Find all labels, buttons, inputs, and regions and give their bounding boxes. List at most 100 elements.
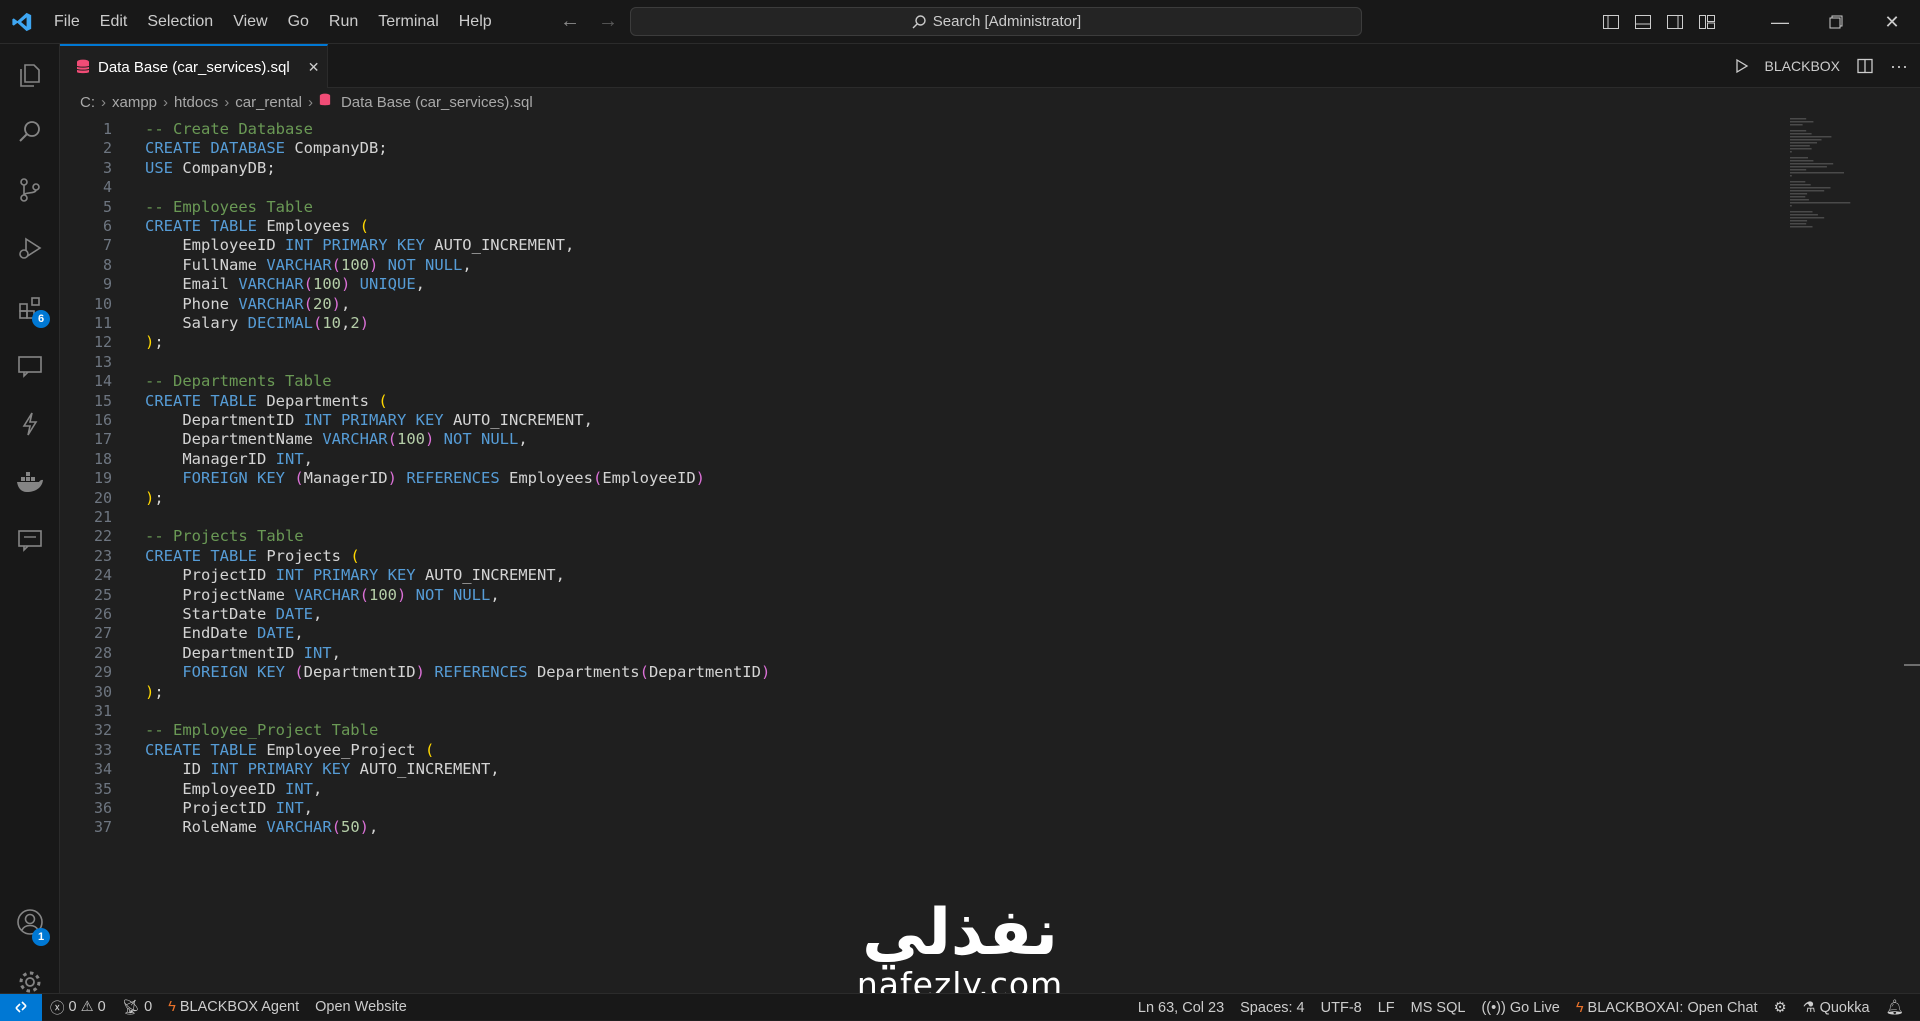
code-text: DepartmentID INT,	[145, 644, 341, 662]
menu-item-selection[interactable]: Selection	[137, 13, 223, 31]
code-token: )	[387, 469, 397, 488]
customize-layout-icon[interactable]	[1698, 13, 1716, 31]
line-number: 37	[93, 818, 112, 837]
menu-item-terminal[interactable]: Terminal	[368, 13, 448, 31]
encoding[interactable]: UTF-8	[1313, 1000, 1370, 1016]
line-number: 23	[93, 546, 112, 565]
line-number: 34	[93, 760, 112, 779]
go-live-item[interactable]: ((•)) Go Live	[1473, 1000, 1567, 1016]
indentation[interactable]: Spaces: 4	[1232, 1000, 1313, 1016]
code-token: AUTO_INCREMENT,	[424, 566, 565, 585]
line-number: 18	[93, 449, 112, 468]
code-token: (	[331, 255, 341, 274]
extensions-icon[interactable]: 6	[0, 284, 60, 332]
cursor-position[interactable]: Ln 63, Col 23	[1130, 1000, 1232, 1016]
docker-icon[interactable]	[0, 458, 60, 506]
problems-indicator[interactable]: ⓧ 0 ⚠ 0	[42, 997, 114, 1018]
forward-arrow-icon[interactable]: →	[598, 10, 618, 33]
code-token: AUTO_INCREMENT,	[359, 760, 500, 779]
menu-bar: File Edit Selection View Go Run Terminal Help	[44, 13, 502, 31]
accounts-icon[interactable]: 1	[0, 898, 60, 946]
lightning-icon[interactable]	[0, 400, 60, 448]
code-text: CREATE TABLE Employees (	[145, 217, 369, 235]
remote-indicator[interactable]	[0, 993, 42, 1021]
blackbox-chat-item[interactable]: ϟ BLACKBOXAI: Open Chat	[1568, 1000, 1766, 1016]
code-line[interactable]: 37 RoleName VARCHAR(50),	[60, 815, 378, 839]
code-token: INT PRIMARY KEY	[275, 566, 425, 585]
code-token: ,	[341, 294, 351, 313]
close-window-button[interactable]: ✕	[1864, 0, 1920, 44]
code-text: USE CompanyDB;	[145, 159, 276, 177]
back-arrow-icon[interactable]: ←	[560, 10, 580, 33]
line-number: 8	[102, 255, 112, 274]
code-token: ProjectID	[145, 566, 276, 585]
breadcrumb-item[interactable]: htdocs	[174, 94, 218, 111]
minimap[interactable]	[1788, 116, 1908, 316]
accounts-badge: 1	[32, 928, 50, 946]
explorer-icon[interactable]	[0, 50, 60, 98]
error-icon: ⓧ	[50, 1000, 65, 1017]
menu-item-run[interactable]: Run	[319, 13, 368, 31]
search-view-icon[interactable]	[0, 108, 60, 156]
run-debug-icon[interactable]	[0, 224, 60, 272]
code-token: ,	[341, 314, 351, 332]
quokka-item[interactable]: ⚗ Quokka	[1795, 1000, 1878, 1016]
code-token: 10	[322, 314, 341, 332]
end-of-line[interactable]: LF	[1370, 1000, 1403, 1016]
chat-icon[interactable]	[0, 516, 60, 564]
notifications-bell-icon[interactable]: 🔔︎	[1878, 999, 1912, 1016]
remote-explorer-icon[interactable]	[0, 342, 60, 390]
code-text: DepartmentID INT PRIMARY KEY AUTO_INCREM…	[145, 411, 593, 429]
code-token: NOT NULL	[406, 585, 491, 604]
menu-item-view[interactable]: View	[223, 13, 277, 31]
breadcrumb-item[interactable]: Data Base (car_services).sql	[341, 94, 533, 111]
code-token: Departments	[536, 663, 640, 682]
code-token: (	[387, 430, 397, 449]
language-mode[interactable]: MS SQL	[1403, 1000, 1474, 1016]
close-tab-icon[interactable]: ✕	[308, 59, 320, 76]
breadcrumb-item[interactable]: car_rental	[235, 94, 302, 111]
toggle-secondary-sidebar-icon[interactable]	[1666, 13, 1684, 31]
copilot-icon[interactable]: ⚙	[1766, 1000, 1795, 1016]
tab-data-base-sql[interactable]: Data Base (car_services).sql ✕	[60, 44, 328, 88]
vscode-logo-icon	[0, 0, 44, 44]
code-token: CREATE DATABASE	[145, 139, 295, 158]
code-editor[interactable]: 1 -- Create Database 2 CREATE DATABASE Comp…	[60, 116, 1920, 993]
open-website-item[interactable]: Open Website	[307, 999, 415, 1015]
menu-item-file[interactable]: File	[44, 13, 90, 31]
code-token: ,	[415, 275, 426, 294]
code-token: INT	[284, 779, 313, 798]
menu-item-go[interactable]: Go	[278, 13, 319, 31]
toggle-panel-icon[interactable]	[1634, 13, 1652, 31]
toggle-primary-sidebar-icon[interactable]	[1602, 13, 1620, 31]
code-token: FullName	[145, 255, 267, 274]
code-text: -- Projects Table	[145, 527, 304, 545]
more-actions-icon[interactable]: ···	[1890, 56, 1908, 77]
minimize-button[interactable]: —	[1752, 0, 1808, 44]
code-token: VARCHAR	[294, 585, 360, 604]
source-control-icon[interactable]	[0, 166, 60, 214]
command-center-search[interactable]: Search [Administrator]	[630, 7, 1362, 36]
blackbox-action[interactable]: BLACKBOX	[1765, 58, 1840, 74]
line-number: 31	[93, 702, 112, 720]
menu-item-edit[interactable]: Edit	[90, 13, 138, 31]
restore-button[interactable]	[1808, 0, 1864, 44]
run-play-icon[interactable]	[1733, 58, 1749, 74]
line-number: 26	[93, 605, 112, 623]
split-editor-icon[interactable]	[1856, 57, 1874, 75]
code-text: EndDate DATE,	[145, 624, 303, 642]
breadcrumb-item[interactable]: C:	[80, 94, 95, 111]
breadcrumb-separator-icon: ›	[101, 93, 106, 111]
code-token: ,	[303, 799, 313, 817]
code-token: (	[294, 663, 304, 682]
code-token: ,	[331, 643, 341, 662]
line-number: 29	[93, 663, 112, 682]
line-number: 4	[102, 178, 112, 197]
line-number: 17	[93, 430, 112, 449]
blackbox-agent-item[interactable]: ϟ BLACKBOX Agent	[160, 999, 307, 1015]
ports-indicator[interactable]: 📡︎ 0	[114, 999, 161, 1016]
title-bar: File Edit Selection View Go Run Terminal Help ←…	[0, 0, 1920, 44]
breadcrumb-item[interactable]: xampp	[112, 94, 157, 111]
code-token: INT PRIMARY KEY	[210, 760, 360, 779]
menu-item-help[interactable]: Help	[449, 13, 502, 31]
